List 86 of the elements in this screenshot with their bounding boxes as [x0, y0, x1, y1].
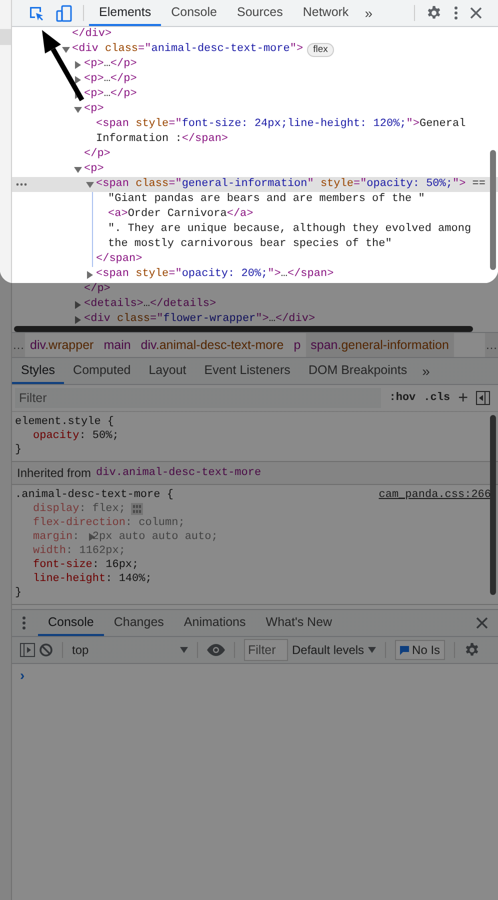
inherited-label: Inherited from	[17, 466, 92, 480]
dom-node[interactable]: <a>Order Carnivora</a>	[108, 207, 254, 222]
eye-icon[interactable]	[207, 644, 225, 656]
rule-end: }	[15, 444, 22, 456]
scroll-left-button[interactable]: …	[12, 333, 25, 357]
expand-triangle-icon[interactable]	[89, 533, 95, 541]
filter-field[interactable]: Filter	[15, 388, 382, 408]
settings-icon[interactable]	[426, 5, 442, 21]
dom-node[interactable]: "Giant pandas are bears and are members of the "	[108, 192, 425, 207]
collapsed-triangle-icon[interactable]	[74, 76, 82, 84]
dom-node[interactable]: </div>	[72, 27, 112, 42]
dom-node[interactable]: <p>	[84, 102, 104, 117]
settings-icon[interactable]	[464, 642, 480, 658]
drawer-tab[interactable]: Changes	[104, 610, 174, 636]
rule-end: }	[15, 587, 22, 599]
scrollbar[interactable]	[14, 326, 473, 332]
dom-node[interactable]: <p>	[84, 162, 104, 177]
expanded-triangle-icon[interactable]	[74, 106, 82, 114]
filter-field[interactable]: Filter	[244, 639, 288, 661]
breadcrumb[interactable]: main	[98, 333, 136, 357]
issues-button[interactable]: No Is	[395, 640, 446, 660]
dom-node[interactable]: <span style="font-size: 24px;line-height: 120%;">General Information :</span>	[96, 117, 488, 147]
dom-node[interactable]: <span style="opacity: 20%;">…</span>	[96, 267, 334, 282]
new-rule-button[interactable]: +	[458, 388, 468, 408]
css-property[interactable]: font-size: 16px;	[33, 558, 139, 572]
panel-tab[interactable]: Console	[161, 0, 227, 26]
dom-node[interactable]: <div class="flower-wrapper">…</div>	[84, 312, 316, 327]
flexbox-editor-icon[interactable]	[131, 503, 144, 515]
breadcrumb[interactable]: div.wrapper	[25, 333, 99, 357]
dom-node[interactable]: <p>…</p>	[84, 87, 137, 102]
message-icon	[400, 646, 410, 654]
close-icon[interactable]	[476, 617, 488, 629]
panel-tab[interactable]: Network	[292, 0, 359, 26]
context-dropdown[interactable]: top	[72, 643, 188, 657]
dom-node[interactable]: <details>…</details>	[84, 297, 216, 312]
closing-tag[interactable]: </span>	[96, 252, 142, 267]
closing-tag[interactable]: </p>	[84, 282, 110, 297]
scrollbar[interactable]	[490, 415, 496, 595]
dom-node[interactable]: <p>…</p>	[84, 72, 137, 87]
sidebar-tab[interactable]: Computed	[64, 358, 140, 384]
sidebar-tab[interactable]: DOM Breakpoints	[299, 358, 416, 384]
css-property[interactable]: display: flex;	[33, 502, 126, 516]
scrollbar[interactable]	[490, 150, 496, 270]
rule-selector: element.style {	[15, 415, 114, 429]
dom-node[interactable]: <p>…</p>	[84, 57, 137, 72]
log-levels-dropdown[interactable]: Default levels	[292, 643, 376, 657]
scroll-right-button[interactable]: …	[485, 333, 498, 357]
sidebar-tab[interactable]: Layout	[140, 358, 196, 384]
drawer-tab[interactable]: Animations	[174, 610, 256, 636]
inherited-source-link[interactable]: div.animal-desc-text-more	[96, 467, 262, 479]
device-toolbar-icon[interactable]	[56, 4, 72, 22]
flex-badge[interactable]: flex	[307, 43, 334, 57]
close-icon[interactable]	[470, 7, 482, 19]
css-property[interactable]: line-height: 140%;	[33, 572, 152, 586]
dom-node[interactable]: <div class="animal-desc-text-more">	[72, 42, 304, 57]
closing-tag[interactable]: </p>	[84, 147, 110, 162]
clear-console-icon[interactable]	[39, 643, 53, 657]
breadcrumb[interactable]: div.animal-desc-text-more	[136, 333, 289, 357]
drawer-tab[interactable]: What's New	[256, 610, 342, 636]
caret-icon[interactable]	[368, 647, 376, 653]
more-icon[interactable]	[16, 183, 27, 186]
console-prompt[interactable]: ›	[20, 667, 25, 683]
caret-icon[interactable]	[180, 647, 188, 653]
class-button[interactable]: .cls	[424, 392, 450, 404]
dom-node[interactable]: ". They are unique because, although they evolved among the mostly carnivorous bear species of the"	[108, 222, 488, 252]
more-options-icon[interactable]	[454, 6, 458, 20]
breadcrumb[interactable]: p	[288, 333, 306, 357]
expanded-triangle-icon[interactable]	[74, 166, 82, 174]
sidebar-toggle-icon[interactable]	[476, 391, 490, 405]
source-link[interactable]: cam_panda.css:266	[378, 488, 491, 502]
more-options-icon[interactable]	[22, 616, 26, 630]
expanded-triangle-icon[interactable]	[86, 180, 94, 188]
rule-selector: .animal-desc-text-more {	[15, 488, 174, 502]
breadcrumb[interactable]: span.general-information	[306, 333, 454, 357]
more-tabs-button[interactable]: »	[416, 358, 436, 384]
css-property[interactable]: flex-direction: column;	[33, 516, 185, 530]
sidebar-toggle-icon[interactable]	[20, 643, 35, 657]
css-property[interactable]: width: 1162px;	[33, 544, 126, 558]
panel-tab[interactable]: Sources	[226, 0, 293, 26]
expanded-triangle-icon[interactable]	[62, 46, 70, 54]
css-property[interactable]: opacity: 50%;	[33, 429, 119, 443]
inspect-element-icon[interactable]	[28, 5, 44, 21]
css-property[interactable]: margin: 2px auto auto auto;	[33, 530, 218, 544]
hover-state-button[interactable]: :hov	[389, 392, 416, 404]
sidebar-tab[interactable]: Event Listeners	[195, 358, 300, 384]
more-tabs-button[interactable]: »	[358, 5, 378, 21]
